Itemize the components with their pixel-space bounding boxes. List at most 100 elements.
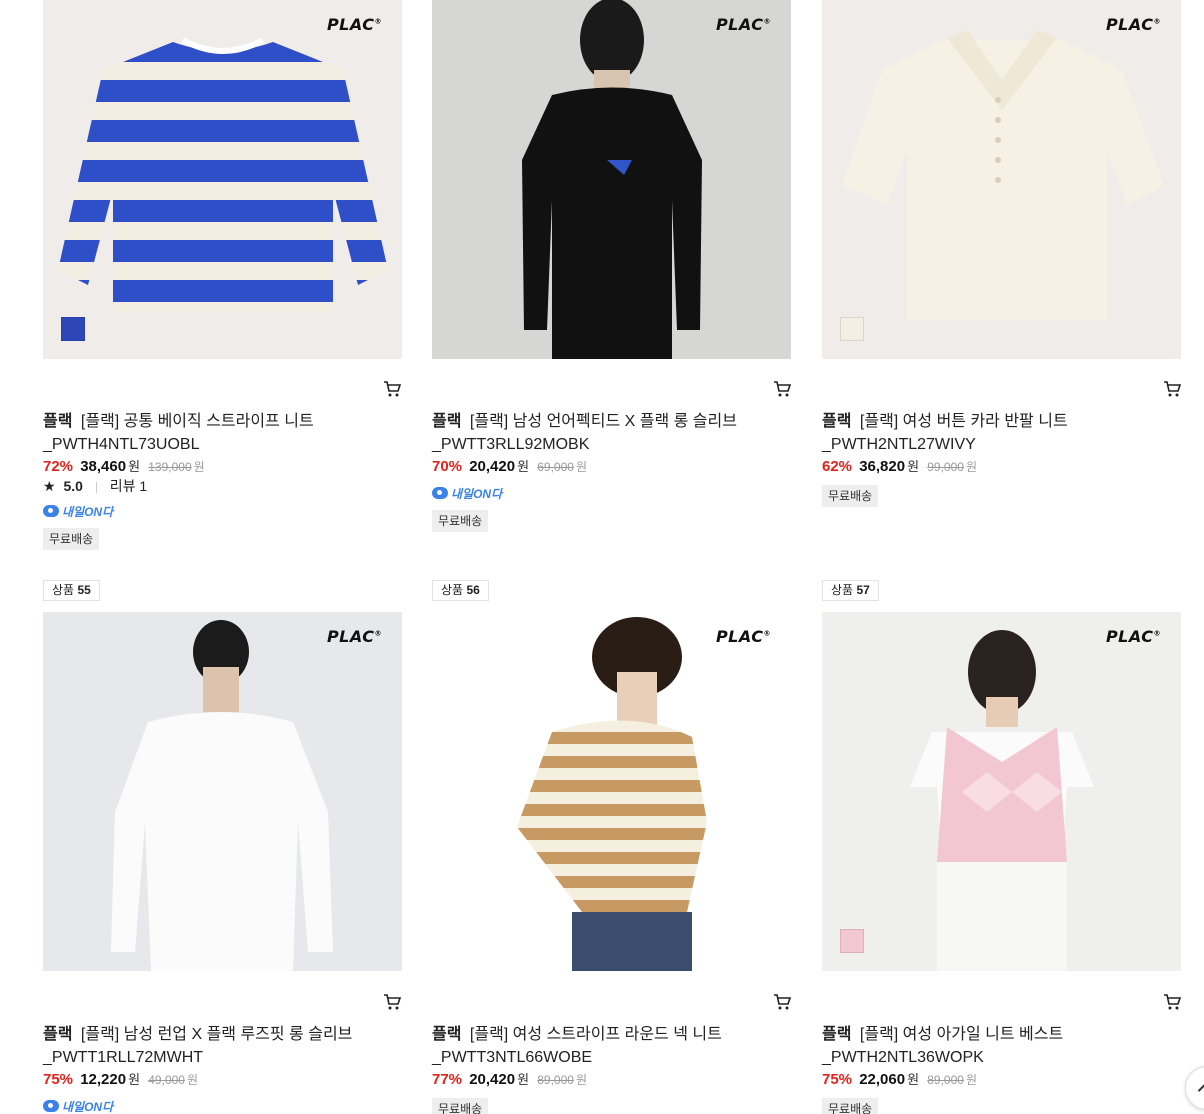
cart-icon[interactable] — [1163, 993, 1181, 1011]
brand-logo: PLAC® — [326, 15, 382, 34]
brand-name: 플랙 — [43, 1026, 73, 1043]
currency: 원 — [517, 459, 530, 474]
product-code: _PWTT3NTL66WOBE — [432, 1049, 593, 1066]
sale-price: 22,060 — [859, 1071, 906, 1088]
divider — [95, 481, 97, 493]
currency: 원 — [517, 1072, 530, 1087]
product-title[interactable]: 플랙 [플랙] 남성 런업 X 플랙 루즈핏 롱 슬리브 _PWTT1RLL72… — [43, 1023, 403, 1069]
product-code: _PWTT3RLL92MOBK — [432, 436, 590, 453]
product-image[interactable]: PLAC® — [43, 612, 402, 971]
product-code: _PWTH2NTL27WIVY — [822, 436, 976, 453]
free-shipping-tag: 무료배송 — [822, 485, 879, 507]
star-icon: ★ — [43, 478, 56, 494]
original-price: 69,000 — [537, 460, 574, 474]
cart-icon[interactable] — [383, 993, 401, 1011]
tomorrow-delivery-badge: 내일ON다 — [432, 485, 502, 501]
brand-logo: PLAC® — [1105, 15, 1161, 34]
free-shipping-tag: 무료배송 — [432, 1098, 489, 1114]
product-title[interactable]: 플랙 [플랙] 남성 언어펙티드 X 플랙 롱 슬리브 _PWTT3RLL92M… — [432, 410, 792, 456]
product-image[interactable]: PLAC® — [822, 0, 1181, 359]
rating-score: 5.0 — [63, 478, 83, 494]
product-title[interactable]: 플랙 [플랙] 여성 버튼 카라 반팔 니트 _PWTH2NTL27WIVY — [822, 410, 1182, 456]
product-image[interactable]: PLAC® — [432, 0, 791, 359]
discount-rate: 72% — [43, 458, 74, 475]
price-row: 77% 20,420 원 89,000 원 — [432, 1070, 587, 1090]
sale-price: 12,220 — [80, 1071, 127, 1088]
delivery-icon — [43, 1100, 59, 1112]
original-price: 99,000 — [927, 460, 964, 474]
original-price: 89,000 — [927, 1073, 964, 1087]
free-shipping-tag: 무료배송 — [43, 528, 100, 550]
scroll-to-top-button[interactable] — [1185, 1066, 1204, 1110]
currency: 원 — [128, 1072, 141, 1087]
original-price: 89,000 — [537, 1073, 574, 1087]
sale-price: 38,460 — [80, 458, 127, 475]
white-longsleeve-image — [111, 620, 333, 971]
striped-sweater-image — [58, 37, 388, 312]
price-row: 72% 38,460 원 139,000 원 — [43, 457, 205, 477]
product-name: [플랙] 여성 스트라이프 라운드 넥 니트 — [469, 1026, 722, 1043]
brand-logo: PLAC® — [326, 627, 382, 646]
discount-rate: 62% — [822, 458, 853, 475]
price-row: 75% 22,060 원 89,000 원 — [822, 1070, 977, 1090]
currency: 원 — [128, 459, 141, 474]
delivery-icon — [43, 505, 59, 517]
cart-icon[interactable] — [773, 380, 791, 398]
color-swatch[interactable] — [840, 317, 864, 341]
product-image[interactable]: PLAC® — [43, 0, 402, 359]
color-swatch[interactable] — [61, 317, 85, 341]
currency: 원 — [193, 460, 205, 474]
product-code: _PWTT1RLL72MWHT — [43, 1049, 204, 1066]
original-price: 49,000 — [148, 1073, 185, 1087]
rank-badge: 상품 57 — [822, 580, 879, 601]
product-name: [플랙] 여성 아가일 니트 베스트 — [859, 1026, 1064, 1043]
brand-name: 플랙 — [432, 1026, 462, 1043]
free-shipping-tag: 무료배송 — [822, 1098, 879, 1114]
product-title[interactable]: 플랙 [플랙] 공통 베이직 스트라이프 니트 _PWTH4NTL73UOBL — [43, 410, 403, 456]
currency: 원 — [575, 1073, 587, 1087]
original-price: 139,000 — [148, 460, 192, 474]
product-title[interactable]: 플랙 [플랙] 여성 아가일 니트 베스트 _PWTH2NTL36WOPK — [822, 1023, 1182, 1069]
brand-name: 플랙 — [822, 1026, 852, 1043]
cart-icon[interactable] — [383, 380, 401, 398]
price-row: 70% 20,420 원 69,000 원 — [432, 457, 587, 477]
rank-badge: 상품 56 — [432, 580, 489, 601]
currency: 원 — [907, 459, 920, 474]
product-name: [플랙] 공통 베이직 스트라이프 니트 — [80, 413, 314, 430]
discount-rate: 77% — [432, 1071, 463, 1088]
currency: 원 — [965, 460, 977, 474]
tomorrow-delivery-badge: 내일ON다 — [43, 503, 113, 519]
brand-name: 플랙 — [432, 413, 462, 430]
brand-logo: PLAC® — [1105, 627, 1161, 646]
product-name: [플랙] 남성 언어펙티드 X 플랙 롱 슬리브 — [469, 413, 737, 430]
currency: 원 — [186, 1073, 198, 1087]
brand-name: 플랙 — [822, 413, 852, 430]
delivery-icon — [432, 487, 448, 499]
sale-price: 20,420 — [469, 1071, 516, 1088]
cream-polo-knit-image — [842, 30, 1164, 320]
price-row: 75% 12,220 원 49,000 원 — [43, 1070, 198, 1090]
free-shipping-tag: 무료배송 — [432, 510, 489, 532]
price-row: 62% 36,820 원 99,000 원 — [822, 457, 977, 477]
product-title[interactable]: 플랙 [플랙] 여성 스트라이프 라운드 넥 니트 _PWTT3NTL66WOB… — [432, 1023, 792, 1069]
currency: 원 — [575, 460, 587, 474]
product-image[interactable]: PLAC® — [432, 612, 791, 971]
product-name: [플랙] 남성 런업 X 플랙 루즈핏 롱 슬리브 — [80, 1026, 353, 1043]
currency: 원 — [907, 1072, 920, 1087]
discount-rate: 75% — [822, 1071, 853, 1088]
color-swatch[interactable] — [840, 929, 864, 953]
discount-rate: 70% — [432, 458, 463, 475]
sale-price: 20,420 — [469, 458, 516, 475]
argyle-vest-image — [910, 630, 1094, 971]
brand-logo: PLAC® — [715, 627, 771, 646]
tomorrow-delivery-badge: 내일ON다 — [43, 1098, 113, 1114]
rating-row: ★ 5.0 리뷰 1 — [43, 477, 147, 495]
cart-icon[interactable] — [1163, 380, 1181, 398]
review-count: 리뷰 1 — [109, 478, 148, 494]
product-code: _PWTH4NTL73UOBL — [43, 436, 200, 453]
brand-logo: PLAC® — [715, 15, 771, 34]
sale-price: 36,820 — [859, 458, 906, 475]
discount-rate: 75% — [43, 1071, 74, 1088]
cart-icon[interactable] — [773, 993, 791, 1011]
product-image[interactable]: PLAC® — [822, 612, 1181, 971]
